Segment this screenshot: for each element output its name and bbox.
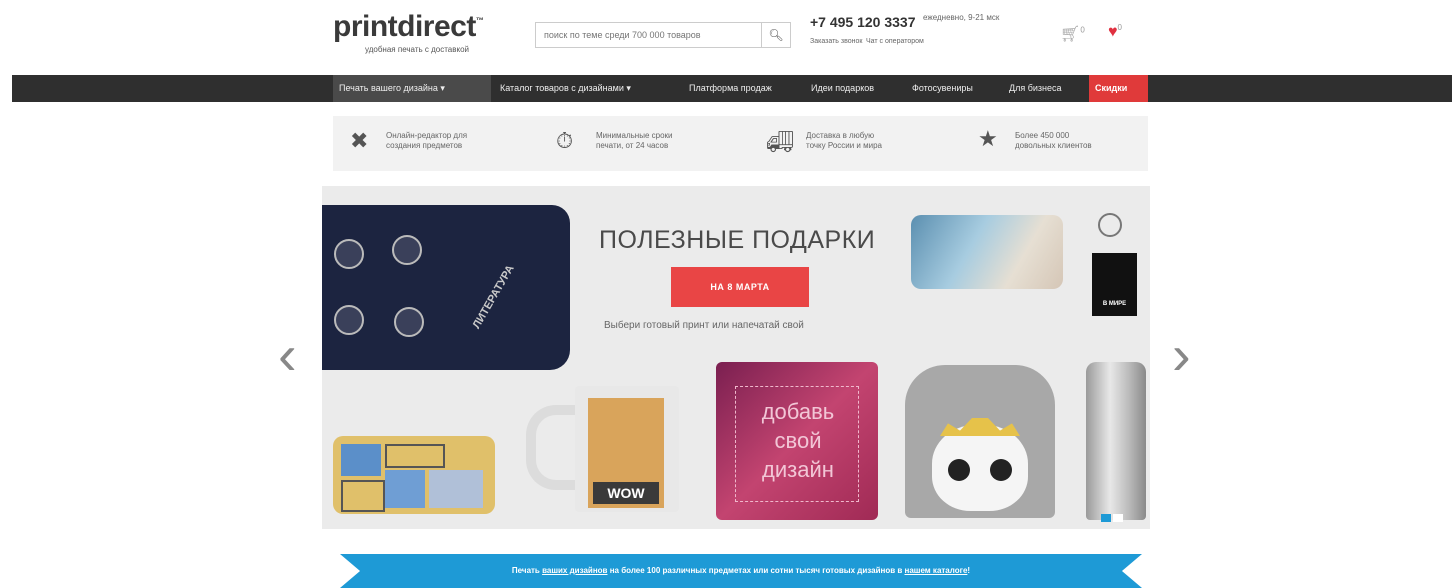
callback-link[interactable]: Заказать звонок	[810, 38, 862, 45]
mondrian-case-image	[333, 436, 495, 514]
slider-dot[interactable]	[1113, 514, 1123, 522]
nav-for-business[interactable]: Для бизнеса	[1003, 75, 1087, 102]
search-bar: 🔍︎	[535, 22, 791, 48]
nav-catalog[interactable]: Каталог товаров с дизайнами ▾	[494, 75, 680, 102]
slider-dots	[1101, 509, 1125, 527]
ribbon-text: Печать ваших дизайнов на более 100 разли…	[511, 566, 971, 575]
logo[interactable]: printdirect™	[333, 10, 484, 44]
chat-link[interactable]: Чат с оператором	[866, 38, 924, 45]
next-slide-arrow-icon[interactable]: ›	[1172, 322, 1191, 387]
cart-button[interactable]: 🛒︎0	[1060, 24, 1085, 44]
thermos-image	[1086, 362, 1146, 520]
search-icon: 🔍︎	[768, 28, 784, 42]
keychain-image: В МИРЕ	[1092, 253, 1137, 316]
phone-case-image	[911, 215, 1063, 289]
search-button[interactable]: 🔍︎	[761, 23, 790, 47]
prev-slide-arrow-icon[interactable]: ‹	[278, 322, 297, 387]
banner-cta-button[interactable]: НА 8 МАРТА	[671, 267, 809, 307]
nav-photo-souvenirs[interactable]: Фотосувениры	[906, 75, 998, 102]
banner-title: ПОЛЕЗНЫЕ ПОДАРКИ	[599, 226, 876, 254]
tshirt-image: ЛИТЕРАТУРА	[322, 205, 570, 370]
link-your-designs[interactable]: ваших дизайнов	[542, 566, 607, 575]
star-icon: ★	[978, 126, 998, 151]
feature-speed: Минимальные сроки печати, от 24 часов	[596, 131, 673, 150]
working-hours: ежедневно, 9-21 мск	[923, 13, 1000, 22]
feature-editor: Онлайн-редактор для создания предметов	[386, 131, 468, 150]
search-input[interactable]	[536, 23, 761, 47]
nav-gift-ideas[interactable]: Идеи подарков	[805, 75, 904, 102]
logo-tagline: удобная печать с доставкой	[365, 45, 469, 54]
phone-number[interactable]: +7 495 120 3337	[810, 14, 916, 30]
cart-count: 0	[1080, 25, 1085, 35]
feature-clients: Более 450 000 довольных клиентов	[1015, 131, 1092, 150]
slider-dot-active[interactable]	[1101, 514, 1111, 522]
truck-icon: 🚚︎	[766, 129, 794, 154]
keychain-ring	[1098, 213, 1122, 237]
pencil-ruler-icon: ✖	[350, 128, 369, 153]
feature-delivery: Доставка в любую точку России и мира	[806, 131, 882, 150]
cart-icon: 🛒︎	[1060, 26, 1081, 43]
link-our-catalog[interactable]: нашем каталоге	[905, 566, 968, 575]
heart-icon: ♥	[1108, 23, 1118, 41]
mug-wow-label: WOW	[593, 482, 659, 504]
mug-handle	[526, 405, 582, 490]
nav-print-your-design[interactable]: Печать вашего дизайна ▾	[333, 75, 491, 102]
stopwatch-icon: ⏱︎	[556, 128, 574, 153]
wishlist-button[interactable]: ♥0	[1108, 23, 1122, 41]
pillow-text: добавь свой дизайн	[761, 399, 835, 482]
porg-print	[932, 425, 1028, 511]
wishlist-count: 0	[1117, 23, 1122, 32]
banner-subtitle: Выбери готовый принт или напечатай свой	[604, 320, 804, 331]
nav-sale[interactable]: Скидки	[1089, 75, 1148, 102]
nav-sales-platform[interactable]: Платформа продаж	[683, 75, 801, 102]
